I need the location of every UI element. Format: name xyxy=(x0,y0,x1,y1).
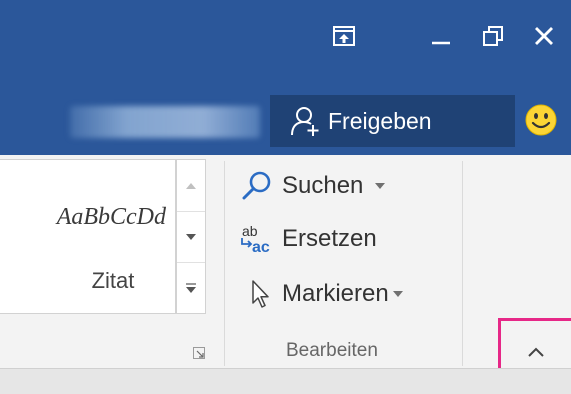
select-command[interactable]: Markieren xyxy=(238,276,403,312)
chevron-up-small-icon xyxy=(186,182,196,189)
chevron-down-small-icon xyxy=(186,234,196,240)
chevron-down-icon xyxy=(375,183,386,189)
user-account-name-blurred[interactable] xyxy=(70,106,260,138)
gallery-scroll-down-button[interactable] xyxy=(177,211,205,262)
close-icon xyxy=(535,27,553,45)
replace-command-label: Ersetzen xyxy=(282,225,377,252)
styles-gallery-scrollbar xyxy=(176,159,206,314)
style-name-label: Zitat xyxy=(91,268,135,293)
search-icon xyxy=(238,168,276,204)
search-command[interactable]: Suchen xyxy=(238,168,386,204)
minimize-icon xyxy=(432,41,450,45)
select-cursor-icon xyxy=(238,276,276,312)
smiley-icon[interactable] xyxy=(524,103,558,137)
share-button[interactable]: Freigeben xyxy=(270,95,515,147)
replace-command[interactable]: ab ac Ersetzen xyxy=(238,221,377,257)
gallery-more-button[interactable] xyxy=(177,262,205,313)
styles-gallery[interactable]: AaBbCcDd Zitat xyxy=(0,159,176,314)
replace-icon: ab ac xyxy=(238,221,276,257)
person-add-icon xyxy=(288,104,322,138)
svg-text:ab: ab xyxy=(242,223,258,239)
chevron-up-icon xyxy=(528,347,544,357)
ribbon-display-options-button[interactable] xyxy=(326,18,362,54)
gallery-scroll-up-button[interactable] xyxy=(177,160,205,211)
search-command-label: Suchen xyxy=(282,172,364,199)
title-bar: Freigeben xyxy=(0,0,571,155)
share-button-label: Freigeben xyxy=(328,107,432,134)
gallery-expand-icon xyxy=(186,283,196,293)
restore-icon xyxy=(483,26,503,46)
group-divider xyxy=(224,161,225,366)
ribbon: AaBbCcDd Zitat Suchen ab ac Ersetzen Mar… xyxy=(0,155,571,368)
editing-group-label: Bearbeiten xyxy=(286,340,378,361)
svg-text:ac: ac xyxy=(252,239,270,256)
select-command-label: Markieren xyxy=(282,280,389,307)
restore-button[interactable] xyxy=(475,18,511,54)
ribbon-bottom-edge xyxy=(0,368,571,394)
group-divider xyxy=(462,161,463,366)
style-preview-sample: AaBbCcDd xyxy=(56,204,166,230)
close-button[interactable] xyxy=(526,18,562,54)
styles-dialog-launcher-icon[interactable] xyxy=(193,347,205,359)
chevron-down-icon xyxy=(392,291,403,297)
ribbon-display-options-icon xyxy=(333,26,355,46)
minimize-button[interactable] xyxy=(423,18,459,54)
